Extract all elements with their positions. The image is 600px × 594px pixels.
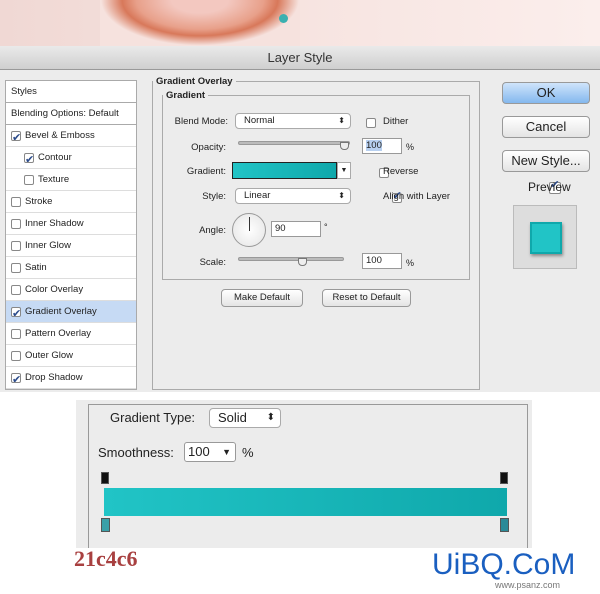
smoothness-input[interactable]: 100 ▼ xyxy=(184,442,236,462)
style-checkbox[interactable] xyxy=(11,127,21,149)
gradient-dropdown-arrow-icon[interactable]: ▼ xyxy=(337,162,351,179)
style-label: Stroke xyxy=(25,195,53,207)
gradient-type-select[interactable]: Solid ⬍ xyxy=(209,408,281,428)
style-checkbox[interactable] xyxy=(11,328,21,339)
style-item[interactable]: Texture xyxy=(6,169,136,191)
style-item[interactable]: Stroke xyxy=(6,191,136,213)
window-title: Layer Style xyxy=(0,46,600,70)
gradient-label: Gradient: xyxy=(186,166,226,177)
opacity-input[interactable]: 100 xyxy=(362,138,402,154)
style-label: Outer Glow xyxy=(25,349,74,361)
artwork-dot xyxy=(279,14,288,23)
scale-label: Scale: xyxy=(199,257,226,268)
scale-input[interactable]: 100 xyxy=(362,253,402,269)
gradient-editor: Gradient Type: Solid ⬍ Smoothness: 100 ▼ % xyxy=(76,400,532,548)
style-label: Inner Glow xyxy=(25,239,71,251)
style-item[interactable]: Gradient Overlay xyxy=(6,301,136,325)
preview-thumbnail xyxy=(513,205,577,269)
style-label: Styles xyxy=(11,85,37,97)
opacity-slider[interactable] xyxy=(238,141,350,145)
style-label: Inner Shadow xyxy=(25,217,84,229)
style-item[interactable]: Color Overlay xyxy=(6,279,136,301)
style-label: Style: xyxy=(202,191,226,202)
style-checkbox[interactable] xyxy=(11,303,21,325)
artwork-letter xyxy=(100,0,300,46)
preview-label: Preview xyxy=(528,180,571,194)
angle-label: Angle: xyxy=(199,225,226,236)
style-checkbox[interactable] xyxy=(24,149,34,171)
subgroup-title: Gradient xyxy=(166,90,206,101)
scale-unit: % xyxy=(406,258,415,268)
opacity-unit: % xyxy=(406,142,415,152)
style-item[interactable]: Styles xyxy=(6,81,136,103)
dither-label: Dither xyxy=(383,116,409,127)
style-item[interactable]: Bevel & Emboss xyxy=(6,125,136,149)
style-checkbox[interactable] xyxy=(24,174,34,185)
style-label: Texture xyxy=(38,173,70,185)
smoothness-unit: % xyxy=(242,445,254,460)
angle-input[interactable]: 90 xyxy=(271,221,321,237)
style-label: Drop Shadow xyxy=(25,371,83,383)
watermark-logo: UiBQ.CoM xyxy=(432,548,576,581)
angle-unit: ° xyxy=(324,222,328,232)
canvas-background xyxy=(0,0,600,46)
styles-list: Styles Blending Options: Default Bevel & E… xyxy=(5,80,137,391)
gradient-swatch[interactable] xyxy=(232,162,337,179)
style-item[interactable]: Inner Shadow xyxy=(6,213,136,235)
reset-to-default-button[interactable]: Reset to Default xyxy=(322,289,411,307)
opacity-label: Opacity: xyxy=(191,142,226,153)
style-checkbox[interactable] xyxy=(11,262,21,273)
watermark-url: www.psanz.com xyxy=(495,580,561,590)
dither-checkbox[interactable] xyxy=(366,118,376,128)
opacity-slider-thumb[interactable] xyxy=(340,142,349,150)
gradient-type-label: Gradient Type: xyxy=(108,410,198,425)
style-checkbox[interactable] xyxy=(11,350,21,361)
smoothness-label: Smoothness: xyxy=(98,445,174,460)
style-item[interactable]: Satin xyxy=(6,257,136,279)
style-item[interactable]: Contour xyxy=(6,147,136,171)
blend-mode-label: Blend Mode: xyxy=(174,116,228,127)
scale-slider-thumb[interactable] xyxy=(298,258,307,266)
style-item[interactable]: Pattern Overlay xyxy=(6,323,136,345)
style-label: Blending Options: Default xyxy=(11,107,119,119)
color-stop-right[interactable] xyxy=(500,518,509,532)
start-color-hex: 21c4c6 xyxy=(74,546,138,571)
cancel-button[interactable]: Cancel xyxy=(502,116,590,138)
group-title: Gradient Overlay xyxy=(156,76,233,87)
style-checkbox[interactable] xyxy=(11,369,21,391)
reverse-label: Reverse xyxy=(383,166,419,177)
angle-dial[interactable] xyxy=(232,213,266,247)
blend-mode-select[interactable]: Normal ⬍ xyxy=(235,113,351,129)
opacity-stop-left[interactable] xyxy=(101,472,109,484)
style-select[interactable]: Linear ⬍ xyxy=(235,188,351,204)
style-label: Satin xyxy=(25,261,47,273)
make-default-button[interactable]: Make Default xyxy=(221,289,303,307)
new-style-button[interactable]: New Style... xyxy=(502,150,590,172)
style-label: Pattern Overlay xyxy=(25,327,91,339)
style-item[interactable]: Drop Shadow xyxy=(6,367,136,391)
style-item[interactable]: Blending Options: Default xyxy=(6,103,136,125)
gradient-bar[interactable] xyxy=(104,488,507,516)
style-label: Color Overlay xyxy=(25,283,84,295)
style-checkbox[interactable] xyxy=(11,240,21,251)
opacity-stop-right[interactable] xyxy=(500,472,508,484)
style-label: Gradient Overlay xyxy=(25,305,97,317)
align-with-layer-label: Align with Layer xyxy=(383,191,451,202)
style-checkbox[interactable] xyxy=(11,284,21,295)
style-checkbox[interactable] xyxy=(11,196,21,207)
style-item[interactable]: Outer Glow xyxy=(6,345,136,367)
ok-button[interactable]: OK xyxy=(502,82,590,104)
style-item[interactable]: Inner Glow xyxy=(6,235,136,257)
style-label: Contour xyxy=(38,151,72,163)
color-stop-left[interactable] xyxy=(101,518,110,532)
scale-slider[interactable] xyxy=(238,257,344,261)
style-checkbox[interactable] xyxy=(11,218,21,229)
style-label: Bevel & Emboss xyxy=(25,129,95,141)
